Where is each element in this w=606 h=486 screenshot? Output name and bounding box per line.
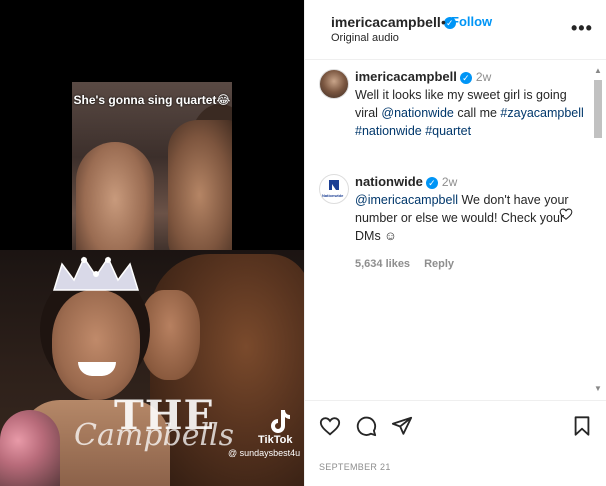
header-username-text[interactable]: imericacampbell: [331, 14, 441, 30]
inset-caption: She's gonna sing quartet😂: [73, 93, 231, 107]
avatar[interactable]: Nationwide: [319, 174, 349, 204]
comments-list[interactable]: imericacampbell ✓ 2w Well it looks like my…: [305, 61, 606, 401]
scroll-thumb[interactable]: [594, 80, 602, 138]
inset-video-frame: She's gonna sing quartet😂: [72, 82, 232, 270]
follow-button[interactable]: Follow: [451, 14, 492, 29]
avatar[interactable]: [319, 69, 349, 99]
reply-button[interactable]: Reply: [424, 258, 454, 270]
like-heart-icon[interactable]: [319, 415, 341, 437]
scroll-down-arrow-icon[interactable]: ▼: [594, 384, 602, 393]
girl-face: [52, 290, 140, 400]
scroll-up-arrow-icon[interactable]: ▲: [594, 66, 602, 75]
comment-text-rest: call me: [453, 106, 501, 120]
comment-username[interactable]: imericacampbell: [355, 69, 457, 84]
comment-time[interactable]: 2w: [442, 175, 457, 189]
mention-link[interactable]: @imericacampbell: [355, 193, 458, 207]
audio-link[interactable]: Original audio: [331, 32, 399, 44]
save-bookmark-icon[interactable]: [571, 415, 593, 437]
comment-likes[interactable]: 5,634 likes: [355, 258, 410, 270]
verified-badge-icon: ✓: [459, 71, 472, 84]
post-media[interactable]: She's gonna sing quartet😂 THE Campbells …: [0, 0, 304, 486]
comments-scrollbar[interactable]: ▲ ▼: [593, 66, 603, 396]
inset-mother-photo: [168, 120, 232, 270]
header-separator: •: [441, 14, 446, 30]
post-actions-bar: [305, 400, 606, 452]
comment-time[interactable]: 2w: [476, 70, 491, 84]
post-side-panel: imericacampbell ✓ • Follow Original audio…: [304, 0, 606, 486]
comment-meta: 5,634 likes Reply: [355, 255, 587, 273]
verified-badge-icon: ✓: [425, 176, 438, 189]
header-username[interactable]: imericacampbell ✓: [331, 14, 456, 30]
overlay-script: Campbells: [74, 418, 235, 453]
share-paper-plane-icon[interactable]: [391, 415, 413, 437]
tiktok-logo-icon: [271, 410, 290, 433]
mention-link[interactable]: @nationwide: [381, 106, 453, 120]
more-options-icon[interactable]: •••: [571, 18, 593, 39]
comment-like-heart-icon[interactable]: [559, 207, 573, 221]
post-date[interactable]: SEPTEMBER 21: [319, 462, 391, 472]
caption-comment: imericacampbell ✓ 2w Well it looks like my…: [355, 68, 587, 140]
post-header: imericacampbell ✓ • Follow Original audio…: [305, 0, 606, 60]
reply-comment: nationwide ✓ 2w @imericacampbell We don't …: [355, 173, 587, 273]
nationwide-logo-icon: [329, 180, 339, 190]
tiara-icon: [52, 256, 140, 291]
tiktok-wordmark: TikTok: [258, 434, 293, 446]
tiktok-username: @ sundaysbest4u: [228, 448, 301, 458]
comment-username[interactable]: nationwide: [355, 174, 423, 189]
flower-bouquet: [0, 410, 60, 486]
avatar-brand-text: Nationwide: [322, 193, 344, 198]
comment-bubble-icon[interactable]: [355, 415, 377, 437]
